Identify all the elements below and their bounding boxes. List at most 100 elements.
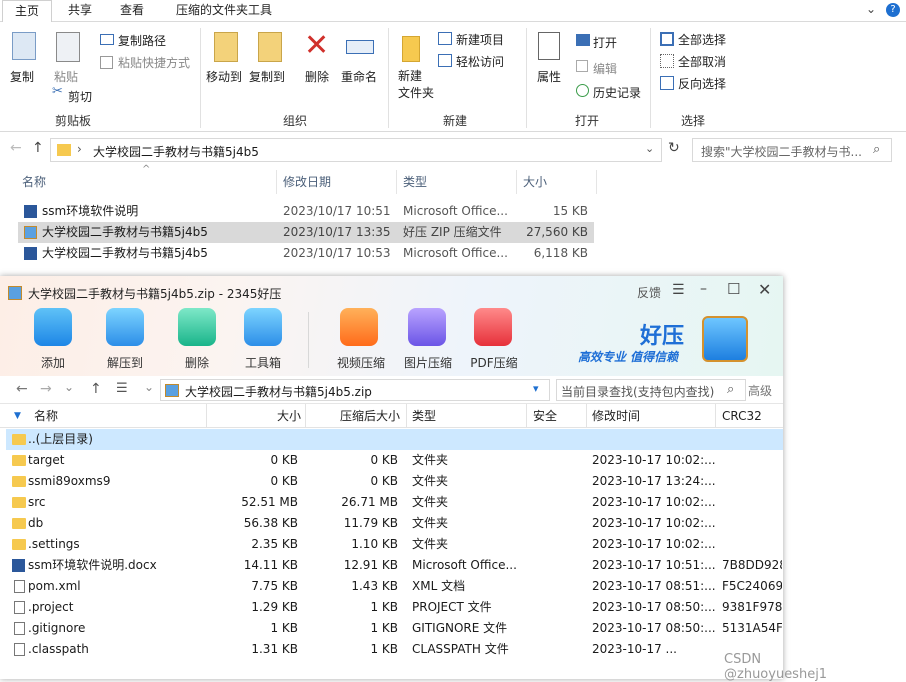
zip-file-row[interactable]: ssmi89oxms9 0 KB 0 KB 文件夹 2023-10-17 13:24:.…	[6, 471, 783, 492]
back-arrow-icon[interactable]: ←	[10, 140, 22, 156]
column-divider[interactable]	[396, 170, 397, 194]
extract-to-icon[interactable]	[106, 308, 144, 346]
rename-button[interactable]: 重命名	[341, 68, 377, 85]
invert-selection-button[interactable]: 反向选择	[678, 75, 726, 92]
properties-icon[interactable]	[538, 32, 560, 60]
file-row[interactable]: ssm环境软件说明 2023/10/17 10:51 Microsoft Off…	[18, 201, 594, 222]
chevron-down-icon[interactable]: ⌄	[645, 142, 654, 155]
extract-to-button[interactable]: 解压到	[95, 354, 155, 371]
pdf-compress-icon[interactable]	[474, 308, 512, 346]
column-divider[interactable]	[406, 404, 407, 428]
tab-view[interactable]: 查看	[108, 0, 156, 22]
zip-file-row[interactable]: target 0 KB 0 KB 文件夹 2023-10-17 10:02:...	[6, 450, 783, 471]
video-compress-button[interactable]: 视频压缩	[331, 354, 391, 371]
paste-icon[interactable]	[56, 32, 80, 62]
column-divider[interactable]	[586, 404, 587, 428]
paste-shortcut-button[interactable]: 粘贴快捷方式	[118, 54, 190, 71]
zip-col-crc32[interactable]: CRC32	[722, 404, 762, 428]
image-compress-icon[interactable]	[408, 308, 446, 346]
file-row[interactable]: 大学校园二手教材与书籍5j4b5 2023/10/17 10:53 Micros…	[18, 243, 594, 264]
forward-arrow-icon[interactable]: →	[40, 381, 52, 397]
tab-home[interactable]: 主页	[2, 0, 53, 22]
menu-icon[interactable]: ☰	[672, 282, 685, 298]
column-header-date[interactable]: 修改日期	[283, 170, 331, 194]
zip-file-row[interactable]: .gitignore 1 KB 1 KB GITIGNORE 文件 2023-10-17…	[6, 618, 783, 639]
toolbox-icon[interactable]	[244, 308, 282, 346]
tab-share[interactable]: 共享	[56, 0, 104, 22]
file-row[interactable]: 大学校园二手教材与书籍5j4b5 2023/10/17 13:35 好压 ZIP…	[18, 222, 594, 243]
zip-path-bar[interactable]: 大学校园二手教材与书籍5j4b5.zip ▾	[160, 379, 550, 401]
zip-file-row[interactable]: src 52.51 MB 26.71 MB 文件夹 2023-10-17 10:02:.…	[6, 492, 783, 513]
cut-button[interactable]: 剪切	[68, 88, 92, 105]
delete-icon[interactable]: ✕	[304, 28, 329, 63]
help-icon[interactable]: ?	[886, 3, 900, 17]
delete-button[interactable]: 删除	[167, 354, 227, 371]
chevron-down-icon[interactable]: ⌄	[64, 380, 74, 394]
properties-button[interactable]: 属性	[537, 68, 561, 85]
zip-search-box[interactable]: 当前目录查找(支持包内查找) ⌕	[556, 379, 746, 401]
column-divider[interactable]	[596, 170, 597, 194]
column-divider[interactable]	[276, 170, 277, 194]
search-box[interactable]: 搜索"大学校园二手教材与书... ⌕	[692, 138, 892, 162]
close-icon[interactable]: ✕	[758, 280, 771, 299]
column-divider[interactable]	[206, 404, 207, 428]
column-header-type[interactable]: 类型	[403, 170, 427, 194]
zip-col-time[interactable]: 修改时间	[592, 404, 640, 428]
copy-to-button[interactable]: 复制到	[249, 68, 285, 85]
advanced-search-link[interactable]: 高级	[748, 382, 772, 399]
edit-button[interactable]: 编辑	[593, 60, 617, 77]
easy-access-button[interactable]: 轻松访问	[456, 53, 504, 70]
new-item-button[interactable]: 新建项目	[456, 31, 504, 48]
chevron-down-icon[interactable]: ⌄	[866, 2, 876, 16]
new-folder-icon[interactable]	[402, 36, 420, 62]
zip-file-row[interactable]: .classpath 1.31 KB 1 KB CLASSPATH 文件 2023-10…	[6, 639, 783, 660]
open-button[interactable]: 打开	[593, 34, 617, 51]
delete-button[interactable]: 删除	[305, 68, 329, 85]
zip-col-type[interactable]: 类型	[412, 404, 436, 428]
copy-path-button[interactable]: 复制路径	[118, 32, 166, 49]
chevron-down-icon[interactable]: ▾	[533, 382, 539, 395]
zip-col-packed[interactable]: 压缩后大小	[340, 404, 400, 428]
minimize-icon[interactable]: –	[700, 281, 707, 297]
column-divider[interactable]	[516, 170, 517, 194]
add-button[interactable]: 添加	[23, 354, 83, 371]
zip-file-row[interactable]: .project 1.29 KB 1 KB PROJECT 文件 2023-10-17 …	[6, 597, 783, 618]
chevron-down-icon[interactable]: ⌄	[144, 380, 154, 394]
zip-file-row[interactable]: ssm环境软件说明.docx 14.11 KB 12.91 KB Microsoft …	[6, 555, 783, 576]
rename-icon[interactable]	[346, 40, 374, 54]
pdf-compress-button[interactable]: PDF压缩	[464, 354, 524, 371]
up-arrow-icon[interactable]: ↑	[32, 140, 44, 156]
move-to-icon[interactable]	[214, 32, 238, 62]
select-all-button[interactable]: 全部选择	[678, 31, 726, 48]
refresh-icon[interactable]: ↻	[668, 140, 680, 156]
up-arrow-icon[interactable]: ↑	[90, 381, 102, 397]
select-none-button[interactable]: 全部取消	[678, 53, 726, 70]
column-divider[interactable]	[715, 404, 716, 428]
address-bar[interactable]: › 大学校园二手教材与书籍5j4b5 ⌄	[50, 138, 662, 162]
recycle-delete-icon[interactable]	[178, 308, 216, 346]
column-divider[interactable]	[526, 404, 527, 428]
zip-col-size[interactable]: 大小	[277, 404, 301, 428]
copy-to-icon[interactable]	[258, 32, 282, 62]
zip-col-name[interactable]: 名称	[34, 404, 58, 428]
history-button[interactable]: 历史记录	[593, 84, 641, 101]
toolbox-button[interactable]: 工具箱	[233, 354, 293, 371]
zip-file-row[interactable]: pom.xml 7.75 KB 1.43 KB XML 文档 2023-10-17 08…	[6, 576, 783, 597]
copy-icon[interactable]	[12, 32, 36, 60]
column-header-name[interactable]: 名称	[22, 170, 46, 194]
image-compress-button[interactable]: 图片压缩	[398, 354, 458, 371]
copy-button[interactable]: 复制	[10, 68, 34, 85]
move-to-button[interactable]: 移动到	[206, 68, 242, 85]
zip-file-row[interactable]: ..(上层目录)	[6, 429, 783, 450]
video-compress-icon[interactable]	[340, 308, 378, 346]
feedback-link[interactable]: 反馈	[637, 284, 661, 301]
column-divider[interactable]	[305, 404, 306, 428]
add-icon[interactable]	[34, 308, 72, 346]
maximize-icon[interactable]: ☐	[727, 280, 740, 298]
view-mode-icon[interactable]: ☰	[116, 381, 128, 396]
zip-file-row[interactable]: db 56.38 KB 11.79 KB 文件夹 2023-10-17 10:02:..…	[6, 513, 783, 534]
zip-col-security[interactable]: 安全	[533, 404, 557, 428]
back-arrow-icon[interactable]: ←	[16, 381, 28, 397]
column-header-size[interactable]: 大小	[523, 170, 547, 194]
new-folder-button[interactable]: 新建 文件夹	[398, 68, 434, 102]
